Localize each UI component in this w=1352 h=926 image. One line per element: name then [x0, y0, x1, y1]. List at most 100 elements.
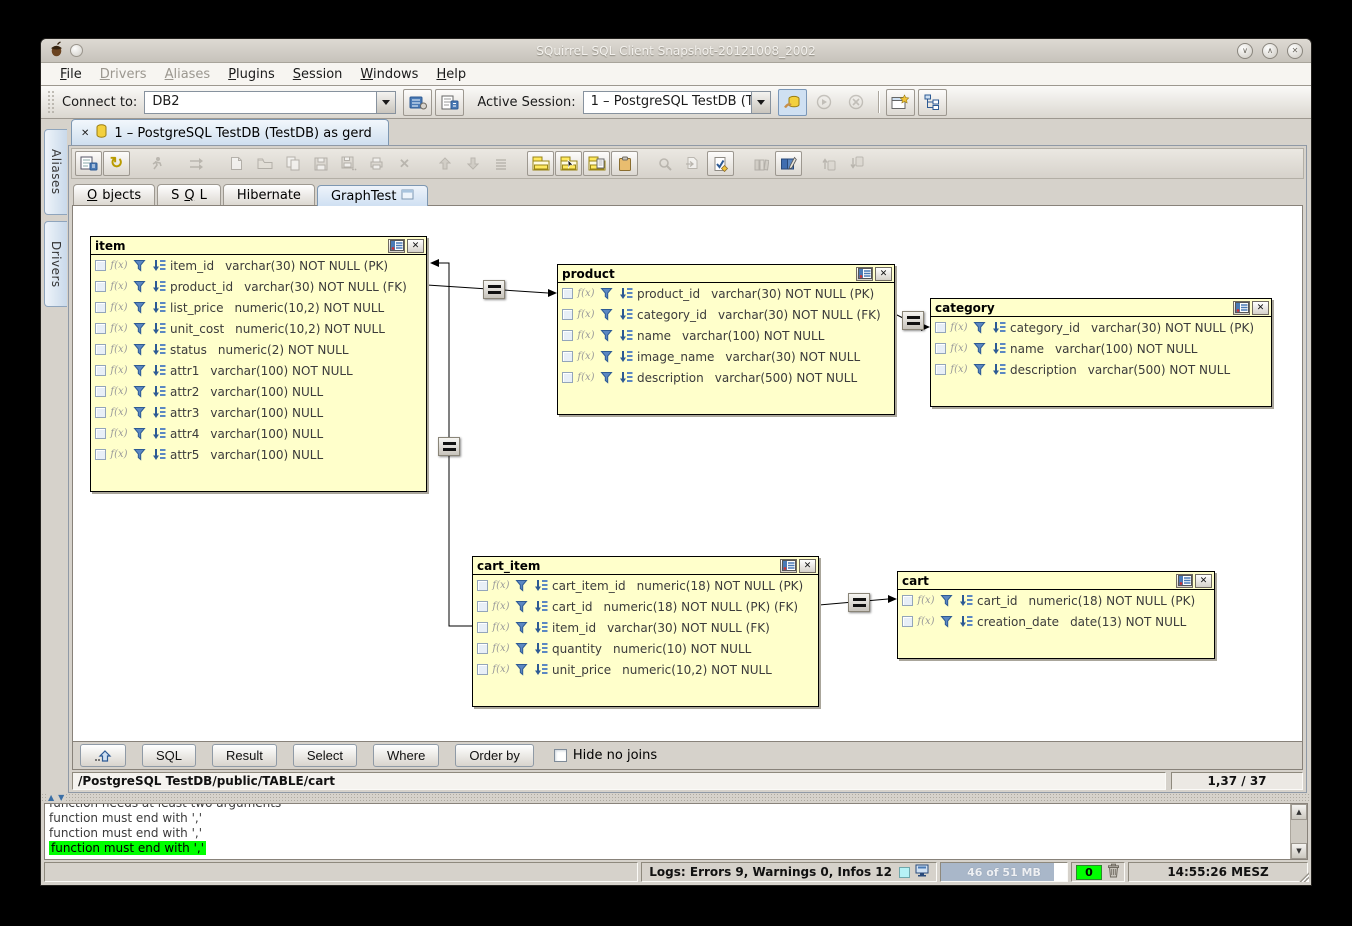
open-sql-file-icon[interactable] — [251, 151, 278, 176]
filter-icon[interactable] — [514, 621, 529, 634]
order-icon[interactable] — [991, 321, 1006, 334]
function-icon[interactable]: f(x) — [950, 322, 968, 333]
order-icon[interactable] — [958, 615, 973, 628]
order-icon[interactable] — [151, 448, 166, 461]
refresh-object-tree-icon[interactable]: ↻ — [103, 151, 130, 176]
filter-icon[interactable] — [939, 615, 954, 628]
log-summary[interactable]: Logs: Errors 9, Warnings 0, Infos 12 — [641, 862, 937, 882]
order-icon[interactable] — [958, 594, 973, 607]
order-columns-icon[interactable] — [1176, 574, 1193, 588]
column-checkbox[interactable] — [95, 365, 106, 376]
close-table-icon[interactable]: ✕ — [1195, 574, 1212, 588]
filter-icon[interactable] — [132, 406, 147, 419]
sql-button[interactable]: SQL — [142, 744, 196, 767]
filter-icon[interactable] — [132, 448, 147, 461]
active-session-combobox[interactable]: 1 – PostgreSQL TestDB (Tes... — [583, 91, 771, 114]
menu-plugins[interactable]: Plugins — [219, 65, 284, 84]
order-columns-icon[interactable] — [780, 559, 797, 573]
order-icon[interactable] — [533, 579, 548, 592]
filter-icon[interactable] — [939, 594, 954, 607]
dock-tab-aliases[interactable]: Aliases — [44, 129, 67, 215]
titlebar[interactable]: SQuirreL SQL Client Snapshot-20121008_20… — [41, 39, 1311, 63]
filter-icon[interactable] — [132, 280, 147, 293]
hide-no-joins-checkbox[interactable] — [554, 749, 567, 762]
hide-no-joins-option[interactable]: Hide no joins — [554, 748, 657, 763]
save-sql-icon[interactable] — [307, 151, 334, 176]
column-checkbox[interactable] — [902, 616, 913, 627]
order-icon[interactable] — [533, 663, 548, 676]
function-icon[interactable]: f(x) — [577, 351, 595, 362]
column-checkbox[interactable] — [95, 281, 106, 292]
splitter-down-icon[interactable]: ▼ — [57, 794, 65, 802]
close-window-button[interactable]: ✕ — [1287, 43, 1303, 59]
column-checkbox[interactable] — [95, 386, 106, 397]
dock-tab-drivers[interactable]: Drivers — [44, 221, 67, 307]
column-checkbox[interactable] — [477, 601, 488, 612]
column-checkbox[interactable] — [95, 407, 106, 418]
combo-dropdown-icon[interactable] — [376, 92, 395, 113]
order-icon[interactable] — [618, 371, 633, 384]
column-row-status[interactable]: f(x)statusnumeric(2) NOT NULL — [91, 339, 426, 360]
column-row-image_name[interactable]: f(x)image_namevarchar(30) NOT NULL — [558, 346, 894, 367]
join-cart_item.item_id-item.item_id[interactable] — [438, 437, 460, 456]
log-line[interactable]: function must end with ',' — [49, 811, 1290, 826]
order-icon[interactable] — [991, 342, 1006, 355]
combo-dropdown-icon[interactable] — [751, 92, 770, 113]
filter-icon[interactable] — [972, 363, 987, 376]
function-icon[interactable]: f(x) — [110, 365, 128, 376]
print-sql-icon[interactable] — [363, 151, 390, 176]
column-checkbox[interactable] — [935, 364, 946, 375]
close-session-icon[interactable]: ✕ — [81, 128, 89, 139]
where-button[interactable]: Where — [373, 744, 439, 767]
column-checkbox[interactable] — [477, 580, 488, 591]
column-checkbox[interactable] — [935, 343, 946, 354]
window-menu-button[interactable] — [70, 44, 83, 57]
column-checkbox[interactable] — [477, 622, 488, 633]
column-checkbox[interactable] — [935, 322, 946, 333]
function-icon[interactable]: f(x) — [110, 323, 128, 334]
session-properties-icon[interactable] — [75, 151, 102, 176]
previous-session-icon[interactable] — [815, 151, 842, 176]
session-tab[interactable]: ✕ 1 – PostgreSQL TestDB (TestDB) as gerd — [71, 119, 389, 145]
shade-button[interactable]: ∨ — [1237, 43, 1253, 59]
table-item[interactable]: item✕f(x)item_idvarchar(30) NOT NULL (PK… — [90, 236, 427, 492]
graph-canvas[interactable]: item✕f(x)item_idvarchar(30) NOT NULL (PK… — [73, 206, 1302, 741]
column-row-attr1[interactable]: f(x)attr1varchar(100) NOT NULL — [91, 360, 426, 381]
order-by-button[interactable]: Order by — [455, 744, 534, 767]
table-product[interactable]: product✕f(x)product_idvarchar(30) NOT NU… — [557, 264, 895, 415]
filter-icon[interactable] — [514, 579, 529, 592]
column-row-cart_id[interactable]: f(x)cart_idnumeric(18) NOT NULL (PK) — [898, 590, 1214, 611]
column-row-attr5[interactable]: f(x)attr5varchar(100) NULL — [91, 444, 426, 465]
column-row-list_price[interactable]: f(x)list_pricenumeric(10,2) NOT NULL — [91, 297, 426, 318]
function-icon[interactable]: f(x) — [577, 330, 595, 341]
filter-icon[interactable] — [514, 663, 529, 676]
garbage-collect-icon[interactable] — [1107, 863, 1120, 881]
log-scrollbar[interactable]: ▲ ▼ — [1290, 804, 1307, 859]
column-checkbox[interactable] — [95, 428, 106, 439]
filter-icon[interactable] — [599, 308, 614, 321]
log-line[interactable]: function must end with ',' — [49, 841, 1290, 856]
order-icon[interactable] — [618, 308, 633, 321]
function-icon[interactable]: f(x) — [110, 449, 128, 460]
function-icon[interactable]: f(x) — [110, 428, 128, 439]
filter-icon[interactable] — [132, 259, 147, 272]
tab-graphtest[interactable]: GraphTest — [317, 185, 428, 206]
join-item.product_id-product.product_id[interactable] — [483, 280, 505, 299]
table-title-category[interactable]: category✕ — [931, 299, 1271, 317]
previous-sql-icon[interactable] — [431, 151, 458, 176]
close-table-icon[interactable]: ✕ — [407, 239, 424, 253]
function-icon[interactable]: f(x) — [492, 664, 510, 675]
next-session-icon[interactable] — [843, 151, 870, 176]
order-icon[interactable] — [151, 259, 166, 272]
order-icon[interactable] — [151, 427, 166, 440]
function-icon[interactable]: f(x) — [577, 288, 595, 299]
function-icon[interactable]: f(x) — [110, 386, 128, 397]
log-viewer-icon[interactable] — [915, 864, 929, 880]
function-icon[interactable]: f(x) — [492, 601, 510, 612]
clear-sql-icon[interactable]: ✕ — [391, 151, 418, 176]
order-icon[interactable] — [151, 343, 166, 356]
order-columns-icon[interactable] — [856, 267, 873, 281]
save-sql-as-icon[interactable] — [335, 151, 362, 176]
filter-icon[interactable] — [972, 321, 987, 334]
filter-icon[interactable] — [599, 371, 614, 384]
